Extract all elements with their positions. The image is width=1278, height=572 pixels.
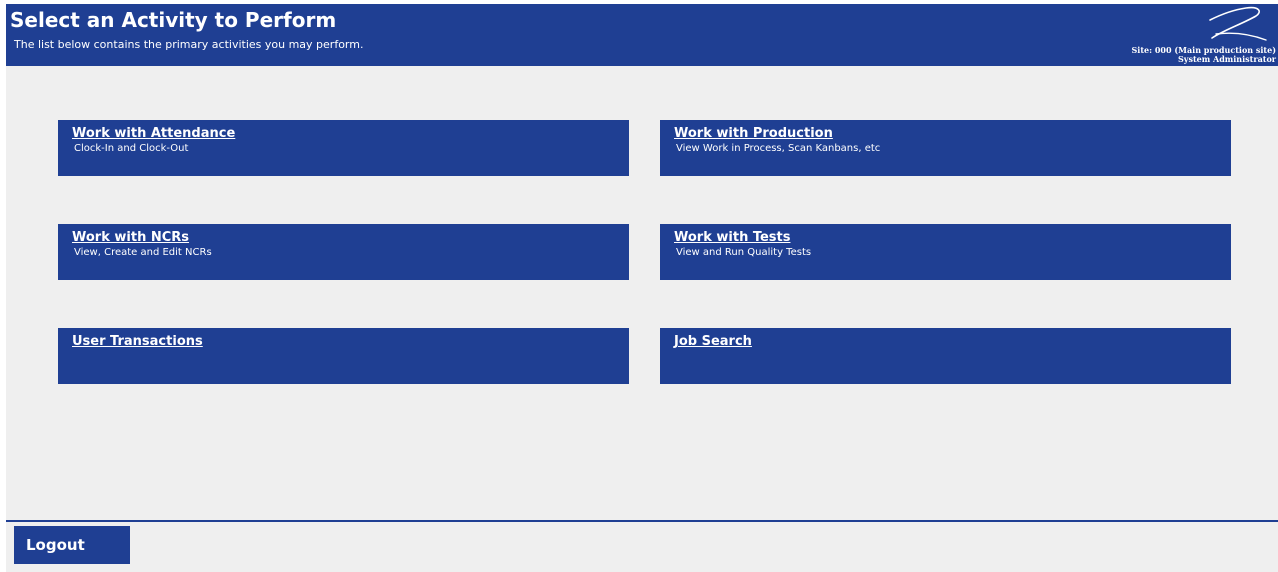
page-subtitle: The list below contains the primary acti… (14, 38, 364, 51)
site-info: Site: 000 (Main production site) System … (1132, 46, 1277, 64)
page-header: Select an Activity to Perform The list b… (6, 4, 1278, 66)
page-frame: Select an Activity to Perform The list b… (6, 4, 1278, 572)
user-label: System Administrator (1178, 54, 1276, 64)
activity-tile-tests[interactable]: Work with Tests View and Run Quality Tes… (660, 224, 1231, 280)
activity-title[interactable]: Work with Production (674, 126, 833, 141)
activity-title[interactable]: User Transactions (72, 334, 203, 349)
activity-description: Clock-In and Clock-Out (74, 143, 189, 154)
page-title: Select an Activity to Perform (10, 8, 337, 32)
activity-title[interactable]: Work with Attendance (72, 126, 235, 141)
signature-logo-icon (1209, 6, 1267, 41)
activity-tile-job-search[interactable]: Job Search (660, 328, 1231, 384)
activity-tile-attendance[interactable]: Work with Attendance Clock-In and Clock-… (58, 120, 629, 176)
activity-title[interactable]: Job Search (674, 334, 752, 349)
logout-button[interactable]: Logout (14, 526, 130, 564)
activity-tile-production[interactable]: Work with Production View Work in Proces… (660, 120, 1231, 176)
activity-tile-user-transactions[interactable]: User Transactions (58, 328, 629, 384)
activity-tile-ncrs[interactable]: Work with NCRs View, Create and Edit NCR… (58, 224, 629, 280)
footer-divider (6, 520, 1278, 522)
activity-title[interactable]: Work with Tests (674, 230, 791, 245)
activity-description: View, Create and Edit NCRs (74, 247, 212, 258)
activity-description: View and Run Quality Tests (676, 247, 812, 258)
activity-title[interactable]: Work with NCRs (72, 230, 189, 245)
activity-description: View Work in Process, Scan Kanbans, etc (676, 143, 881, 154)
